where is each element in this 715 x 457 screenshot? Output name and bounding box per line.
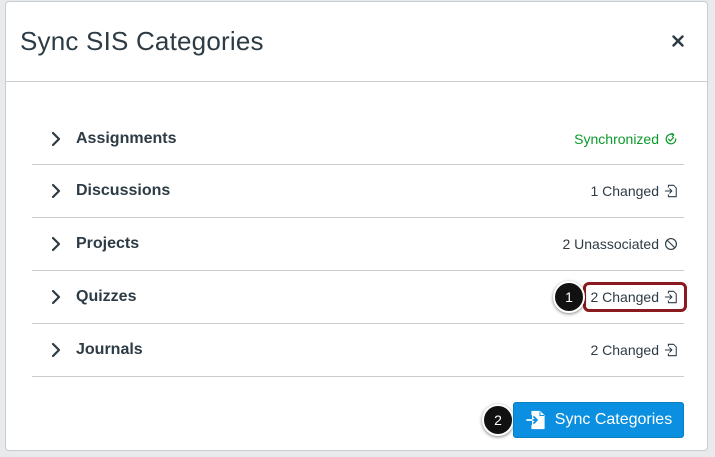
callout-badge-1: 1 bbox=[553, 281, 585, 313]
category-row-assignments[interactable]: Assignments Synchronized bbox=[32, 113, 684, 165]
category-name: Quizzes bbox=[76, 288, 137, 305]
category-list: Assignments Synchronized Discussions 1 C… bbox=[32, 113, 687, 377]
sync-categories-label: Sync Categories bbox=[554, 411, 673, 428]
category-row-quizzes[interactable]: Quizzes 2 Changed 1 bbox=[32, 271, 687, 324]
category-status: Synchronized bbox=[574, 131, 678, 147]
status-text: Synchronized bbox=[574, 130, 659, 147]
chevron-right-icon bbox=[51, 131, 61, 146]
category-status: 2 Changed bbox=[590, 342, 678, 358]
category-row-discussions[interactable]: Discussions 1 Changed bbox=[32, 165, 684, 218]
category-name: Projects bbox=[76, 235, 140, 252]
status-text: 2 Changed bbox=[590, 289, 659, 305]
category-row-journals[interactable]: Journals 2 Changed bbox=[32, 324, 684, 377]
callout-badge-2: 2 bbox=[482, 404, 514, 436]
chevron-right-icon bbox=[51, 236, 61, 252]
close-icon bbox=[672, 35, 684, 47]
sync-check-icon bbox=[665, 132, 677, 144]
category-name: Discussions bbox=[76, 182, 171, 199]
dialog-title: Sync SIS Categories bbox=[20, 26, 264, 56]
close-button[interactable] bbox=[667, 30, 689, 52]
no-icon bbox=[665, 238, 677, 250]
sync-categories-button[interactable]: Sync Categories bbox=[513, 402, 684, 438]
import-document-icon bbox=[525, 410, 545, 430]
category-status: 2 Changed bbox=[590, 289, 678, 305]
status-text: 2 Unassociated bbox=[562, 236, 659, 252]
status-text: 1 Changed bbox=[590, 183, 659, 199]
dialog-header: Sync SIS Categories bbox=[6, 2, 707, 82]
sync-sis-categories-dialog: Sync SIS Categories Assignments Synchron… bbox=[5, 1, 708, 451]
category-status: 2 Unassociated bbox=[562, 236, 678, 252]
chevron-right-icon bbox=[51, 289, 61, 305]
category-status: 1 Changed bbox=[590, 183, 678, 199]
dialog-body: Assignments Synchronized Discussions 1 C… bbox=[6, 82, 707, 450]
status-text: 2 Changed bbox=[590, 342, 659, 358]
category-row-projects[interactable]: Projects 2 Unassociated bbox=[32, 218, 684, 271]
import-icon bbox=[664, 184, 677, 198]
category-name: Journals bbox=[76, 341, 143, 358]
import-icon bbox=[664, 290, 677, 304]
import-icon bbox=[664, 343, 677, 357]
chevron-right-icon bbox=[51, 183, 61, 199]
chevron-right-icon bbox=[51, 342, 61, 358]
category-name: Assignments bbox=[76, 129, 177, 147]
